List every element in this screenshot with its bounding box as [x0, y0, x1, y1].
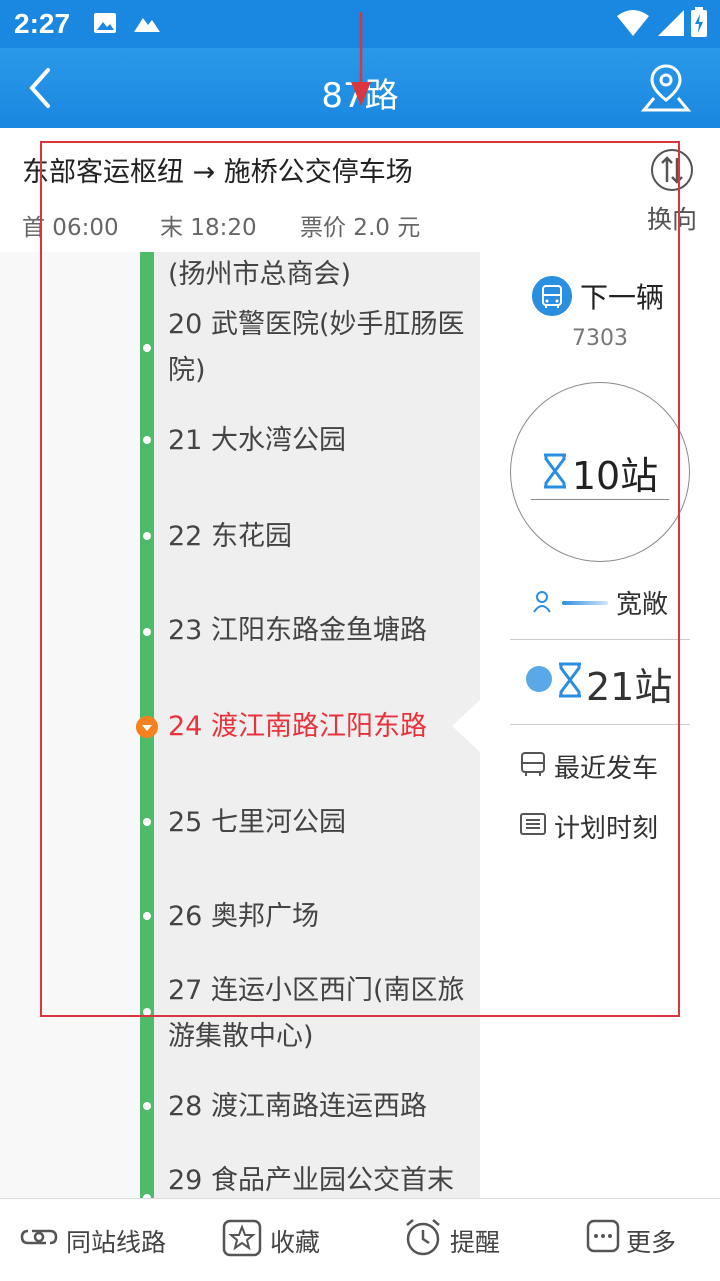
- star-icon: [222, 1219, 262, 1257]
- favorite-label: 收藏: [270, 1228, 321, 1257]
- more-label: 更多: [626, 1228, 677, 1257]
- highlight-box: [40, 141, 680, 1017]
- route-link-icon: [20, 1229, 58, 1245]
- same-station-lines-label: 同站线路: [66, 1228, 167, 1257]
- station-item[interactable]: 29 食品产业园公交首末: [168, 1158, 480, 1198]
- status-time: 2:27: [14, 8, 71, 39]
- signal-icon: [658, 10, 684, 36]
- more-icon: [586, 1219, 620, 1253]
- station-dot: [143, 1102, 151, 1110]
- station-item[interactable]: 28 渡江南路连运西路: [168, 1084, 468, 1130]
- wifi-icon: [617, 10, 649, 36]
- battery-icon: [691, 7, 707, 37]
- reminder-label: 提醒: [450, 1228, 501, 1257]
- map-location-icon[interactable]: [640, 62, 692, 114]
- bottom-toolbar: 同站线路 收藏 提醒 更多: [0, 1198, 720, 1281]
- annotation-arrow: [351, 12, 371, 106]
- image-icon: [94, 13, 116, 33]
- alarm-clock-icon: [406, 1219, 440, 1256]
- mountain-icon: [134, 18, 160, 32]
